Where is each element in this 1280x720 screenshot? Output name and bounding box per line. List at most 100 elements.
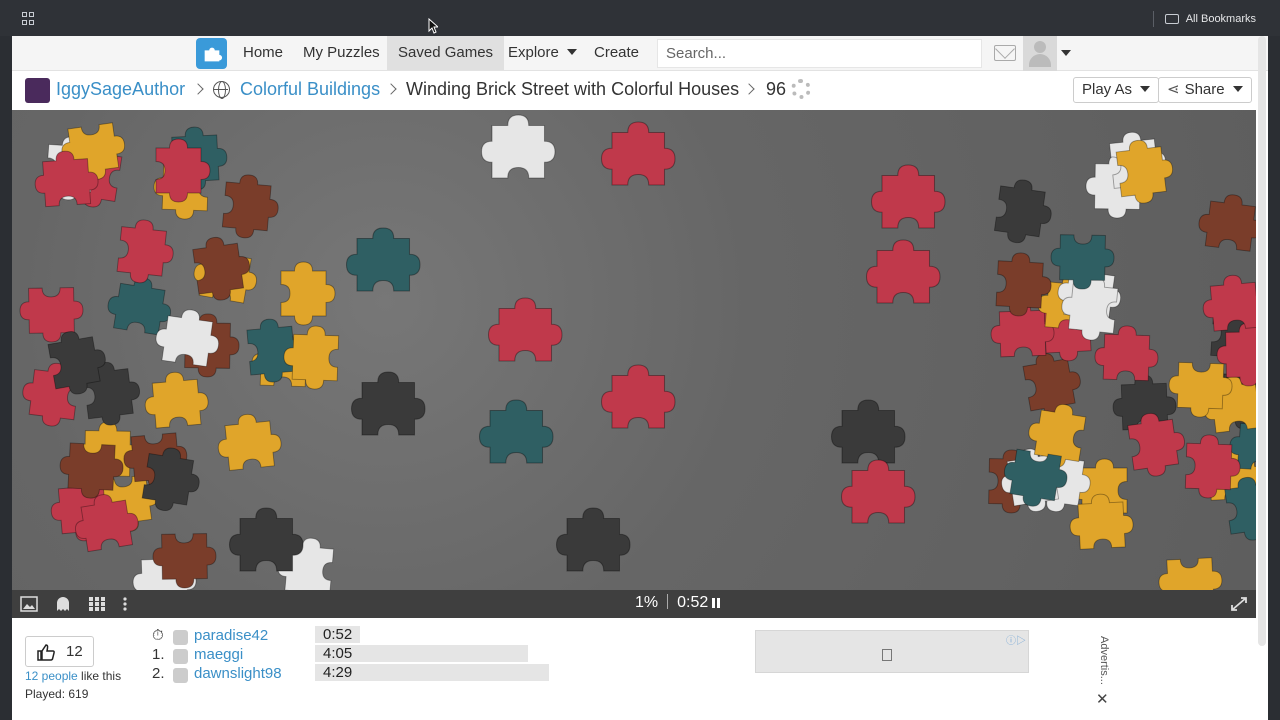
breadcrumb-category[interactable]: Colorful Buildings xyxy=(240,79,380,100)
puzzle-title: Winding Brick Street with Colorful House… xyxy=(406,79,740,99)
apps-grid-icon[interactable] xyxy=(22,12,35,25)
document-icon xyxy=(882,649,892,661)
puzzle-piece[interactable] xyxy=(830,399,906,464)
player-name-link[interactable]: dawnslight98 xyxy=(194,665,282,682)
nav-home[interactable]: Home xyxy=(232,36,294,70)
puzzle-piece[interactable] xyxy=(865,239,941,304)
puzzle-piece[interactable] xyxy=(221,173,281,240)
puzzle-piece[interactable] xyxy=(1158,557,1224,590)
author-avatar[interactable] xyxy=(25,78,50,103)
puzzle-piece[interactable] xyxy=(1196,191,1256,252)
avatar-head xyxy=(1034,41,1046,53)
mail-icon[interactable] xyxy=(994,45,1016,61)
separator xyxy=(1152,11,1154,27)
nav-my-puzzles[interactable]: My Puzzles xyxy=(292,36,391,70)
breadcrumb: IggySageAuthor Colorful Buildings Windin… xyxy=(12,71,1268,110)
nav-create[interactable]: Create xyxy=(583,36,650,70)
chevron-right-icon xyxy=(385,83,397,95)
puzzle-board[interactable] xyxy=(12,110,1256,590)
scrollbar[interactable] xyxy=(1258,36,1266,646)
nav-explore-label: Explore xyxy=(508,44,559,61)
played-count: Played: 619 xyxy=(25,687,89,701)
game-status: 1% 0:52 xyxy=(635,594,721,612)
search-input[interactable] xyxy=(657,39,982,68)
chevron-right-icon xyxy=(743,83,755,95)
player-name-link[interactable]: paradise42 xyxy=(194,627,268,644)
player-avatar xyxy=(173,630,188,645)
puzzle-piece[interactable] xyxy=(1021,348,1085,419)
mouse-cursor-icon xyxy=(428,18,438,34)
player-time: 4:05 xyxy=(315,645,528,662)
pause-icon[interactable] xyxy=(712,598,721,608)
puzzle-piece[interactable] xyxy=(600,121,676,186)
all-bookmarks-button[interactable]: All Bookmarks xyxy=(1152,11,1256,27)
puzzle-piece[interactable] xyxy=(116,218,176,286)
puzzle-piece[interactable] xyxy=(478,399,554,464)
player-name-link[interactable]: maeggi xyxy=(194,646,243,663)
play-as-label: Play As xyxy=(1082,81,1133,98)
footer-panel: 12 12 people like this Played: 619 ⏱ para… xyxy=(12,618,1268,720)
chevron-down-icon xyxy=(566,49,577,55)
puzzle-piece[interactable] xyxy=(1201,273,1256,332)
puzzle-pieces-layer[interactable] xyxy=(12,110,1256,590)
puzzle-piece[interactable] xyxy=(840,459,916,524)
puzzle-piece[interactable] xyxy=(870,164,946,229)
player-time: 4:29 xyxy=(315,664,549,681)
thumbs-up-icon xyxy=(37,644,55,661)
fullscreen-icon[interactable] xyxy=(1230,596,1248,612)
share-icon: ⋖ xyxy=(1167,81,1180,98)
piece-count: 96 xyxy=(766,79,787,99)
puzzle-piece[interactable] xyxy=(143,370,210,429)
likes-suffix: like this xyxy=(77,669,122,683)
share-button[interactable]: ⋖ Share xyxy=(1158,77,1252,103)
leaderboard-rank: 1. xyxy=(152,646,165,663)
puzzle-piece[interactable] xyxy=(215,411,283,471)
likes-summary: 12 people like this xyxy=(25,669,121,683)
game-toolbar: 1% 0:52 xyxy=(12,590,1256,618)
ghost-image-icon[interactable] xyxy=(54,596,72,612)
puzzle-piece[interactable] xyxy=(487,297,563,362)
all-bookmarks-label: All Bookmarks xyxy=(1185,13,1256,25)
avatar-body xyxy=(1029,54,1051,67)
more-options-icon[interactable] xyxy=(122,596,128,612)
nav-saved-games[interactable]: Saved Games xyxy=(387,36,505,70)
nav-explore[interactable]: Explore xyxy=(497,36,588,70)
ad-choices-icon[interactable]: ⓘ▷ xyxy=(1006,632,1026,647)
puzzle-piece[interactable] xyxy=(480,114,556,179)
puzzle-piece[interactable] xyxy=(280,261,336,326)
close-ad-button[interactable]: ✕ xyxy=(1096,690,1109,708)
grid-sort-icon[interactable] xyxy=(88,596,106,612)
puzzle-piece[interactable] xyxy=(228,507,304,572)
puzzle-piece[interactable] xyxy=(1094,325,1159,382)
image-preview-icon[interactable] xyxy=(20,596,38,612)
breadcrumb-author[interactable]: IggySageAuthor xyxy=(56,79,185,100)
chevron-down-icon xyxy=(1140,86,1151,92)
player-time: 0:52 xyxy=(315,626,361,643)
chevron-right-icon xyxy=(192,83,204,95)
puzzle-piece[interactable] xyxy=(555,507,631,572)
globe-icon xyxy=(213,81,230,99)
puzzle-piece[interactable] xyxy=(345,227,421,292)
advertisement-label: Advertis... xyxy=(1098,636,1110,685)
leaderboard-rank: ⏱ xyxy=(152,627,164,644)
share-label: Share xyxy=(1184,81,1225,98)
folder-icon xyxy=(1164,14,1179,24)
user-avatar[interactable] xyxy=(1023,36,1057,71)
divider xyxy=(667,594,669,609)
likes-link[interactable]: 12 people xyxy=(25,669,78,683)
like-button[interactable]: 12 xyxy=(25,636,94,667)
puzzle-piece[interactable] xyxy=(600,364,676,429)
play-as-button[interactable]: Play As xyxy=(1073,77,1160,103)
puzzle-logo-icon xyxy=(204,47,222,61)
puzzle-piece[interactable] xyxy=(993,177,1055,247)
advertisement[interactable]: ⓘ▷ xyxy=(755,630,1029,673)
chevron-down-icon xyxy=(1232,86,1243,92)
top-navigation: Home My Puzzles Saved Games Explore Crea… xyxy=(12,36,1268,71)
site-logo[interactable] xyxy=(196,38,227,69)
elapsed-time: 0:52 xyxy=(677,594,709,611)
player-avatar xyxy=(173,649,188,664)
user-menu-chevron-icon[interactable] xyxy=(1061,50,1071,56)
leaderboard-rank: 2. xyxy=(152,665,165,682)
like-count: 12 xyxy=(66,643,83,660)
puzzle-piece[interactable] xyxy=(350,371,426,436)
